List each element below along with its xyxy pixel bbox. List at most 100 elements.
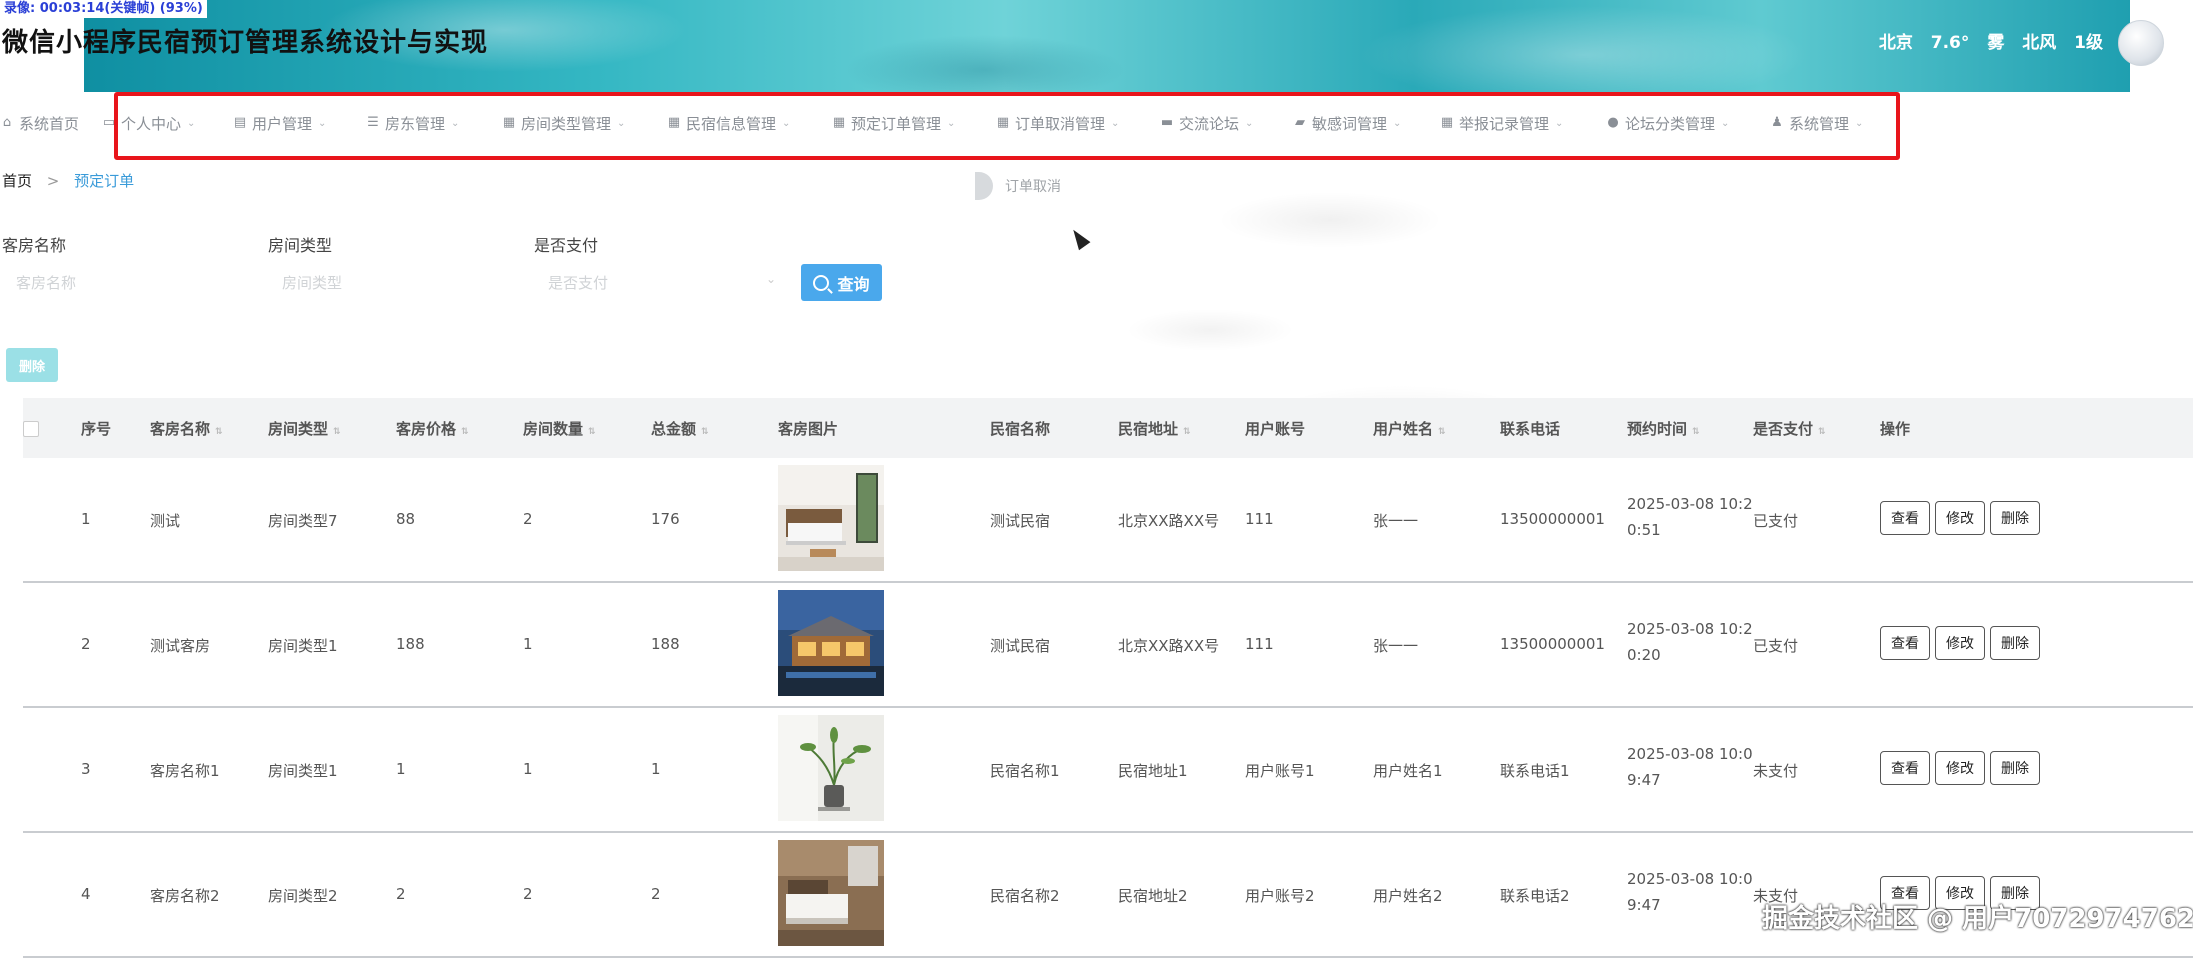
room-type-input[interactable] [280, 264, 524, 302]
cell-value: 已支付 [1753, 637, 1799, 655]
grid-icon: ▦ [996, 115, 1010, 130]
cell-value: 测试民宿 [990, 637, 1051, 655]
search-label-room-type: 房间类型 [268, 236, 333, 255]
breadcrumb-home[interactable]: 首页 [2, 172, 32, 190]
cell-value: 1 [523, 635, 533, 653]
sort-icon[interactable]: ⇅ [1183, 427, 1191, 437]
room-image[interactable] [778, 465, 888, 571]
nav-item-10[interactable]: ▦ 举报记录管理 ⌄ [1440, 96, 1564, 150]
nav-item-4[interactable]: ▦ 房间类型管理 ⌄ [502, 96, 626, 150]
table-row[interactable]: 1 测试 房间类型7 88 2 176 测试民宿 北京XX路XX号 111 张一一 13500000… [23, 458, 2193, 583]
delete-button[interactable]: 删除 [1990, 751, 2040, 785]
view-button[interactable]: 查看 [1880, 751, 1930, 785]
delete-button[interactable]: 删除 [1990, 626, 2040, 660]
column-header[interactable]: 预约时间 ⇅ [1627, 418, 1700, 439]
column-header-label: 操作 [1880, 420, 1911, 438]
table-row[interactable]: 3 客房名称1 房间类型1 1 1 1 民宿名称1 民宿地址1 用户账号1 用户姓名1 联系电话1 2… [23, 708, 2193, 833]
room-image[interactable] [778, 715, 888, 821]
nav-item-3[interactable]: ☰ 房东管理 ⌄ [366, 96, 459, 150]
table-row[interactable]: 2 测试客房 房间类型1 188 1 188 测试民宿 北京XX路XX号 111 张一一 13500… [23, 583, 2193, 708]
cell-time: 2025-03-08 10:20:51 [1627, 491, 1757, 543]
nav-item-9[interactable]: ▰ 敏感词管理 ⌄ [1293, 96, 1401, 150]
edit-button[interactable]: 修改 [1935, 751, 1985, 785]
nav-item-12[interactable]: ♟ 系统管理 ⌄ [1770, 96, 1863, 150]
cell-value: 民宿地址1 [1118, 762, 1188, 780]
cell-value: 测试民宿 [990, 512, 1051, 530]
chevron-down-icon: ⌄ [1855, 117, 1864, 129]
cell-value: 房间类型1 [268, 637, 338, 655]
cell-value: 88 [396, 510, 416, 528]
edit-button[interactable]: 修改 [1935, 501, 1985, 535]
column-header[interactable]: 客房名称 ⇅ [150, 418, 223, 439]
bulk-delete-button[interactable]: 删除 [6, 348, 58, 382]
cell-room-name: 客房名称1 [150, 760, 275, 781]
sort-icon[interactable]: ⇅ [1692, 427, 1700, 437]
column-header[interactable]: 是否支付 ⇅ [1753, 418, 1826, 439]
select-all-checkbox[interactable] [23, 421, 39, 437]
sort-icon[interactable]: ⇅ [701, 427, 709, 437]
cell-account: 用户账号2 [1245, 885, 1370, 906]
edit-button[interactable]: 修改 [1935, 626, 1985, 660]
table-row[interactable]: 4 客房名称2 房间类型2 2 2 2 民宿名称2 民宿地址2 用户账号2 用户姓名2 联系电话2 2… [23, 833, 2193, 958]
column-header[interactable]: 用户姓名 ⇅ [1373, 418, 1446, 439]
chevron-down-icon: ⌄ [782, 117, 791, 129]
column-header[interactable]: 客房价格 ⇅ [396, 418, 469, 439]
cell-value: 房间类型2 [268, 887, 338, 905]
view-button[interactable]: 查看 [1880, 626, 1930, 660]
cell-address: 民宿地址2 [1118, 885, 1243, 906]
sort-icon[interactable]: ⇅ [1818, 427, 1826, 437]
cell-account: 111 [1245, 510, 1370, 528]
avatar[interactable] [2118, 20, 2164, 66]
room-image[interactable] [778, 590, 888, 696]
app-title: 微信小程序民宿预订管理系统设计与实现 [2, 28, 489, 58]
cell-bnb-name: 测试民宿 [990, 635, 1115, 656]
sort-icon[interactable]: ⇅ [588, 427, 596, 437]
sort-icon[interactable]: ⇅ [461, 427, 469, 437]
sort-icon[interactable]: ⇅ [215, 427, 223, 437]
chevron-down-icon: ⌄ [947, 117, 956, 129]
sort-icon[interactable]: ⇅ [333, 427, 341, 437]
nav-item-6[interactable]: ▦ 预定订单管理 ⌄ [832, 96, 956, 150]
cell-room-type: 房间类型7 [268, 510, 393, 531]
sort-icon[interactable]: ⇅ [1438, 427, 1446, 437]
search-button[interactable]: 查询 [801, 264, 882, 301]
nav-item-7[interactable]: ▦ 订单取消管理 ⌄ [996, 96, 1120, 150]
nav-item-label: 论坛分类管理 [1625, 114, 1716, 133]
column-header[interactable]: 总金额 ⇅ [651, 418, 709, 439]
nav-item-label: 举报记录管理 [1459, 114, 1550, 133]
delete-button[interactable]: 删除 [1990, 501, 2040, 535]
document-icon: ▭ [102, 115, 116, 130]
nav-item-2[interactable]: ▤ 用户管理 ⌄ [233, 96, 327, 150]
weather-info: 北京 7.6° 雾 北风 1级 [1867, 28, 2103, 53]
user-icon: ♟ [1771, 115, 1783, 130]
column-header: 民宿名称 [990, 418, 1050, 439]
cell-phone: 13500000001 [1500, 510, 1625, 528]
cell-value: 188 [396, 635, 425, 653]
nav-item-5[interactable]: ▦ 民宿信息管理 ⌄ [667, 96, 791, 150]
column-header-label: 用户姓名 [1373, 420, 1434, 438]
weather-condition: 雾 [1987, 33, 2005, 53]
chevron-down-icon: ⌄ [1393, 117, 1402, 129]
column-header[interactable]: 民宿地址 ⇅ [1118, 418, 1191, 439]
nav-item-1[interactable]: ▭ 个人中心 ⌄ [102, 96, 196, 150]
nav-item-label: 系统首页 [19, 114, 80, 133]
row-actions: 查看 修改 删除 [1880, 501, 2080, 535]
cell-phone: 联系电话2 [1500, 885, 1625, 906]
nav-item-8[interactable]: ▬ 交流论坛 ⌄ [1160, 96, 1254, 150]
view-button[interactable]: 查看 [1880, 501, 1930, 535]
room-name-input[interactable] [14, 264, 258, 302]
cell-value: 联系电话2 [1500, 887, 1570, 905]
cell-time: 2025-03-08 10:09:47 [1627, 866, 1757, 918]
paid-select[interactable] [546, 264, 770, 302]
cell-room-name: 测试 [150, 510, 275, 531]
column-header[interactable]: 房间类型 ⇅ [268, 418, 341, 439]
nav-item-11[interactable]: ● 论坛分类管理 ⌄ [1606, 96, 1729, 150]
nav-item-0[interactable]: ⌂ 系统首页 [0, 96, 79, 150]
room-image[interactable] [778, 840, 888, 946]
cell-value: 张一一 [1373, 637, 1419, 655]
nav-item-label: 预定订单管理 [851, 114, 942, 133]
breadcrumb-separator: > [46, 172, 60, 190]
nav-item-label: 系统管理 [1789, 114, 1850, 133]
column-header[interactable]: 房间数量 ⇅ [523, 418, 596, 439]
cell-value: 测试客房 [150, 637, 211, 655]
